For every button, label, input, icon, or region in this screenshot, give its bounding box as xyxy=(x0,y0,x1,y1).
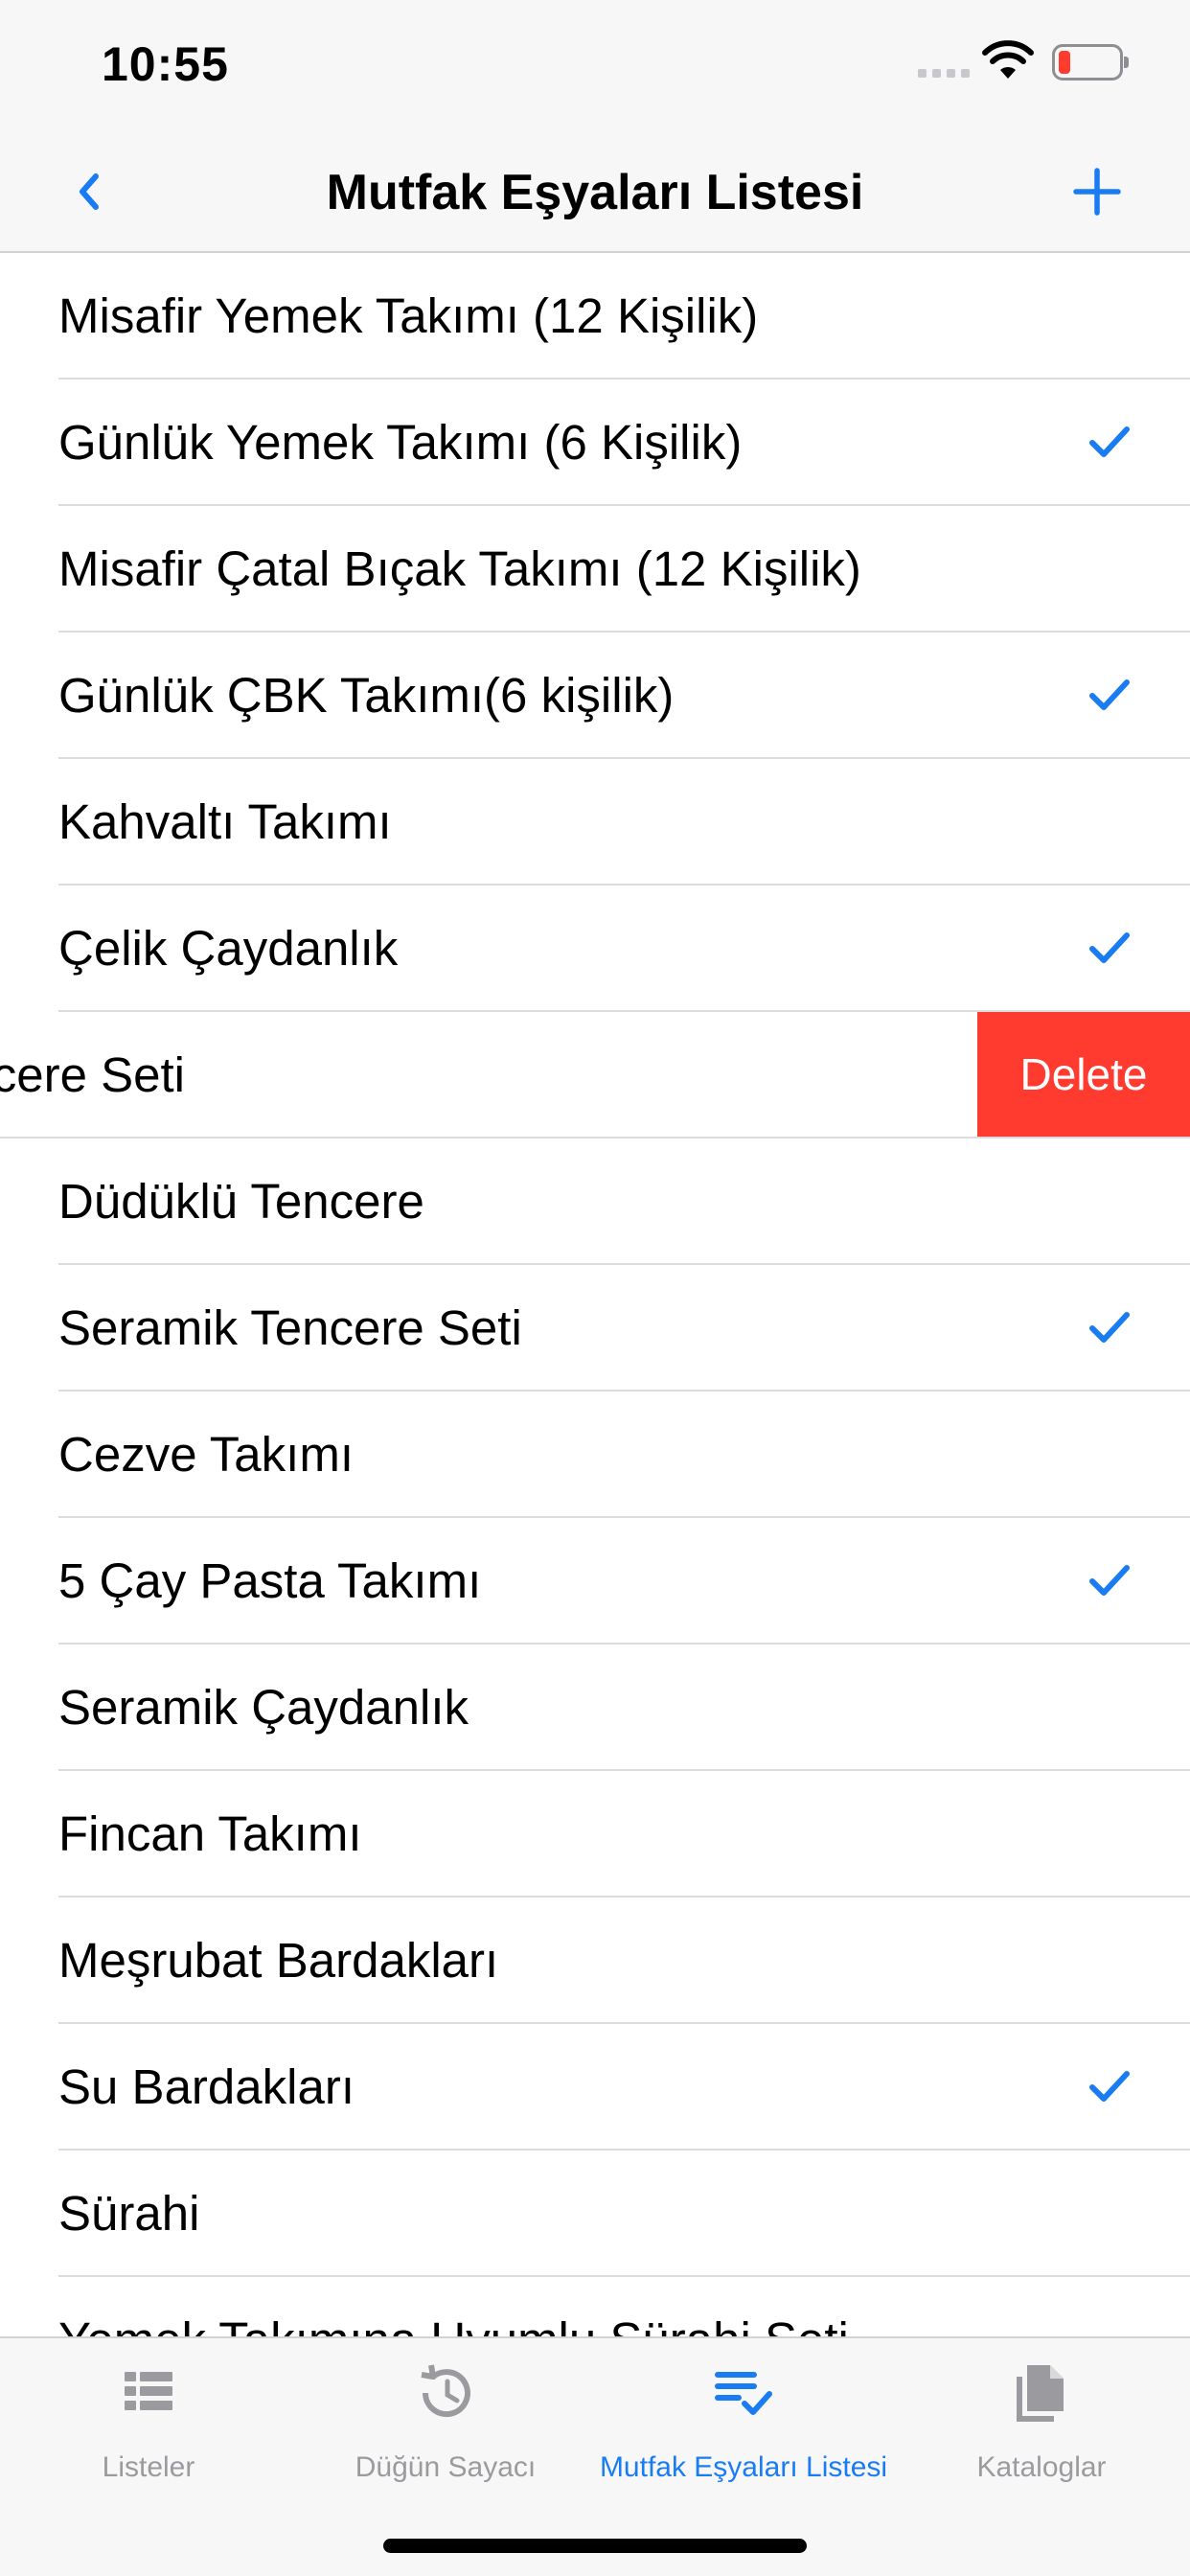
kitchen-items-list[interactable]: Misafir Yemek Takımı (12 Kişilik) Günlük … xyxy=(0,253,1190,2336)
list-item[interactable]: Cezve Takımı xyxy=(0,1392,1190,1518)
list-item[interactable]: Günlük ÇBK Takımı(6 kişilik) xyxy=(0,632,1190,759)
tab-dugun-sayaci[interactable]: Düğün Sayacı xyxy=(297,2338,594,2501)
history-icon xyxy=(421,2364,470,2418)
list-item-label: Fincan Takımı xyxy=(58,1806,362,1861)
list-item[interactable]: Kahvaltı Takımı xyxy=(0,759,1190,886)
checkmark-icon xyxy=(1089,2071,1130,2102)
list-item-label: Kahvaltı Takımı xyxy=(58,794,392,849)
checkmark-icon xyxy=(1089,1312,1130,1343)
checkmark-icon xyxy=(1089,932,1130,963)
delete-button[interactable]: Delete xyxy=(977,1012,1190,1137)
tab-label: Mutfak Eşyaları Listesi xyxy=(599,2451,888,2483)
tab-label: Kataloglar xyxy=(976,2451,1107,2483)
list-item[interactable]: Seramik Çaydanlık xyxy=(0,1644,1190,1771)
navigation-bar: Mutfak Eşyaları Listesi xyxy=(0,134,1190,253)
list-item-label: Su Bardakları xyxy=(58,2059,355,2114)
list-item[interactable]: Yemek Takımına Uyumlu Sürahi Seti xyxy=(0,2277,1190,2336)
list-item-label: Meşrubat Bardakları xyxy=(58,1933,499,1988)
list-item-label: Yemek Takımına Uyumlu Sürahi Seti xyxy=(58,2277,849,2336)
checkmark-icon xyxy=(1089,679,1130,710)
home-indicator xyxy=(383,2539,807,2553)
list-item-label: Misafir Yemek Takımı (12 Kişilik) xyxy=(58,288,759,343)
list-item[interactable]: encere Seti Delete xyxy=(0,1012,1190,1138)
list-icon xyxy=(125,2372,172,2410)
add-plus-icon[interactable] xyxy=(1068,163,1126,220)
status-time: 10:55 xyxy=(102,37,229,91)
list-item-label: Çelik Çaydanlık xyxy=(58,921,399,976)
list-item[interactable]: Sürahi xyxy=(0,2150,1190,2277)
list-item-label: Günlük Yemek Takımı (6 Kişilik) xyxy=(58,415,743,470)
checkmark-icon xyxy=(1089,1565,1130,1596)
tab-kataloglar[interactable]: Kataloglar xyxy=(893,2338,1190,2501)
documents-icon xyxy=(1017,2365,1064,2422)
list-item-label: Günlük ÇBK Takımı(6 kişilik) xyxy=(58,668,675,723)
list-item[interactable]: Misafir Çatal Bıçak Takımı (12 Kişilik) xyxy=(0,506,1190,632)
tab-mutfak-esyalari-listesi[interactable]: Mutfak Eşyaları Listesi xyxy=(595,2338,892,2501)
list-item-label: Sürahi xyxy=(58,2186,200,2241)
checkmark-icon xyxy=(1089,426,1130,457)
status-bar: 10:55 xyxy=(0,0,1190,134)
list-item[interactable]: Düdüklü Tencere xyxy=(0,1138,1190,1265)
list-item[interactable]: Günlük Yemek Takımı (6 Kişilik) xyxy=(0,380,1190,506)
tab-label: Listeler xyxy=(102,2451,195,2483)
list-item-label: encere Seti xyxy=(0,1047,185,1102)
wifi-icon xyxy=(982,40,1034,79)
page-title: Mutfak Eşyaları Listesi xyxy=(326,165,864,220)
tab-label: Düğün Sayacı xyxy=(355,2451,537,2483)
list-item[interactable]: Misafir Yemek Takımı (12 Kişilik) xyxy=(0,253,1190,380)
list-item-label: Seramik Tencere Seti xyxy=(58,1300,522,1355)
list-item-label: Cezve Takımı xyxy=(58,1427,354,1482)
list-item[interactable]: Seramik Tencere Seti xyxy=(0,1265,1190,1392)
list-item[interactable]: Meşrubat Bardakları xyxy=(0,1898,1190,2024)
battery-icon xyxy=(1052,44,1129,80)
list-item[interactable]: Çelik Çaydanlık xyxy=(0,886,1190,1012)
list-item-label: Düdüklü Tencere xyxy=(58,1174,424,1229)
list-item-label: 5 Çay Pasta Takımı xyxy=(58,1553,482,1608)
playlist-check-icon xyxy=(715,2372,772,2415)
tab-bar: Listeler Düğün Sayacı Mutfak Eşyaları Li… xyxy=(0,2336,1190,2576)
list-item-label: Misafir Çatal Bıçak Takımı (12 Kişilik) xyxy=(58,541,861,596)
list-item-label: Seramik Çaydanlık xyxy=(58,1680,469,1735)
tab-listeler[interactable]: Listeler xyxy=(0,2338,297,2501)
list-item[interactable]: 5 Çay Pasta Takımı xyxy=(0,1518,1190,1644)
list-item[interactable]: Fincan Takımı xyxy=(0,1771,1190,1898)
list-item[interactable]: Su Bardakları xyxy=(0,2024,1190,2150)
cellular-signal-icon xyxy=(918,69,970,78)
